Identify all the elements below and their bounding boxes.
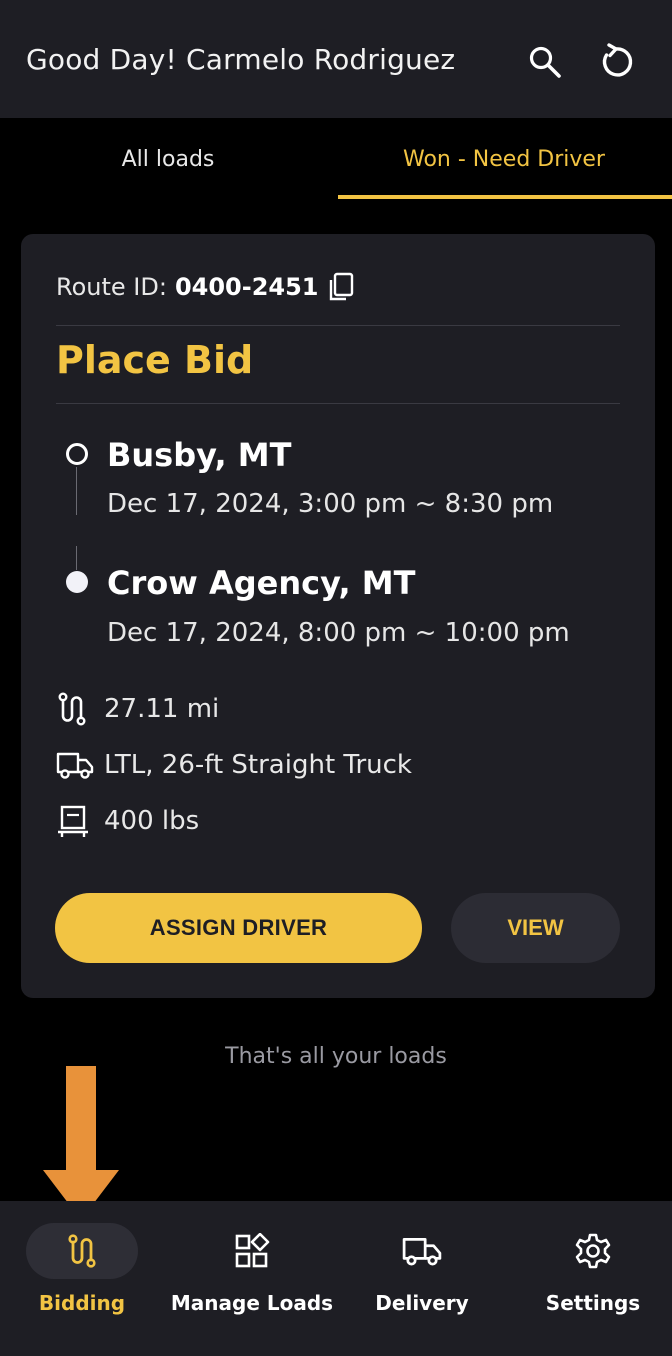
divider: [56, 325, 620, 326]
app-header: Good Day! Carmelo Rodriguez: [0, 0, 672, 118]
pallet-weight-icon: [58, 805, 88, 837]
nav-label-delivery: Delivery: [375, 1291, 469, 1315]
gear-icon: [575, 1233, 611, 1269]
nav-item-delivery[interactable]: Delivery: [366, 1201, 478, 1356]
bottom-navigation: Bidding Manage Loads Delivery Settings: [0, 1201, 672, 1356]
view-load-button[interactable]: VIEW: [451, 893, 620, 963]
tab-won-need-driver[interactable]: Won - Need Driver: [336, 118, 672, 200]
equipment-row: LTL, 26-ft Straight Truck: [56, 748, 412, 782]
nav-item-settings[interactable]: Settings: [537, 1201, 649, 1356]
refresh-icon: [602, 43, 633, 77]
greeting-text: Good Day! Carmelo Rodriguez: [26, 42, 456, 76]
nav-label-settings: Settings: [545, 1291, 641, 1315]
route-icon: [68, 1234, 96, 1268]
destination-time-window: Dec 17, 2024, 8:00 pm ~ 10:00 pm: [107, 618, 570, 648]
origin-city: Busby, MT: [107, 436, 292, 474]
route-connector-line: [76, 467, 77, 515]
load-status-title: Place Bid: [56, 338, 254, 382]
distance-row: 27.11 mi: [56, 692, 219, 726]
tab-all-loads[interactable]: All loads: [0, 118, 336, 200]
nav-item-bidding[interactable]: Bidding: [26, 1201, 138, 1356]
nav-label-manage-loads: Manage Loads: [170, 1291, 334, 1315]
weight-row: 400 lbs: [56, 804, 199, 838]
load-card: Route ID: 0400-2451 Place Bid Busby, MT …: [21, 234, 655, 998]
active-tab-indicator: [338, 195, 672, 199]
nav-item-manage-loads[interactable]: Manage Loads: [170, 1201, 334, 1356]
equipment-value: LTL, 26-ft Straight Truck: [104, 750, 412, 780]
truck-icon: [56, 752, 94, 779]
nav-label-bidding: Bidding: [38, 1291, 126, 1315]
weight-value: 400 lbs: [104, 806, 200, 836]
truck-icon: [402, 1238, 442, 1266]
load-tabs: All loads Won - Need Driver: [0, 118, 672, 200]
refresh-button[interactable]: [596, 42, 636, 82]
assign-driver-button[interactable]: ASSIGN DRIVER: [55, 893, 422, 963]
route-distance-icon: [58, 692, 86, 726]
grid-shapes-icon: [235, 1233, 270, 1268]
nav-active-pill: [26, 1223, 138, 1279]
origin-time-window: Dec 17, 2024, 3:00 pm ~ 8:30 pm: [107, 489, 554, 519]
distance-value: 27.11 mi: [104, 694, 220, 724]
copy-route-id-button[interactable]: [327, 272, 355, 302]
route-connector-line: [76, 546, 77, 570]
annotation-arrow-icon: [43, 1066, 119, 1220]
copy-icon: [329, 272, 353, 301]
divider: [56, 403, 620, 404]
route-id-label: Route ID:: [56, 273, 167, 301]
search-button[interactable]: [525, 42, 565, 82]
route-id-row: Route ID: 0400-2451: [56, 272, 355, 302]
route-id-value: 0400-2451: [174, 273, 319, 301]
destination-city: Crow Agency, MT: [107, 564, 416, 602]
origin-marker-icon: [66, 443, 88, 465]
search-icon: [529, 46, 561, 78]
destination-marker-icon: [66, 571, 88, 593]
